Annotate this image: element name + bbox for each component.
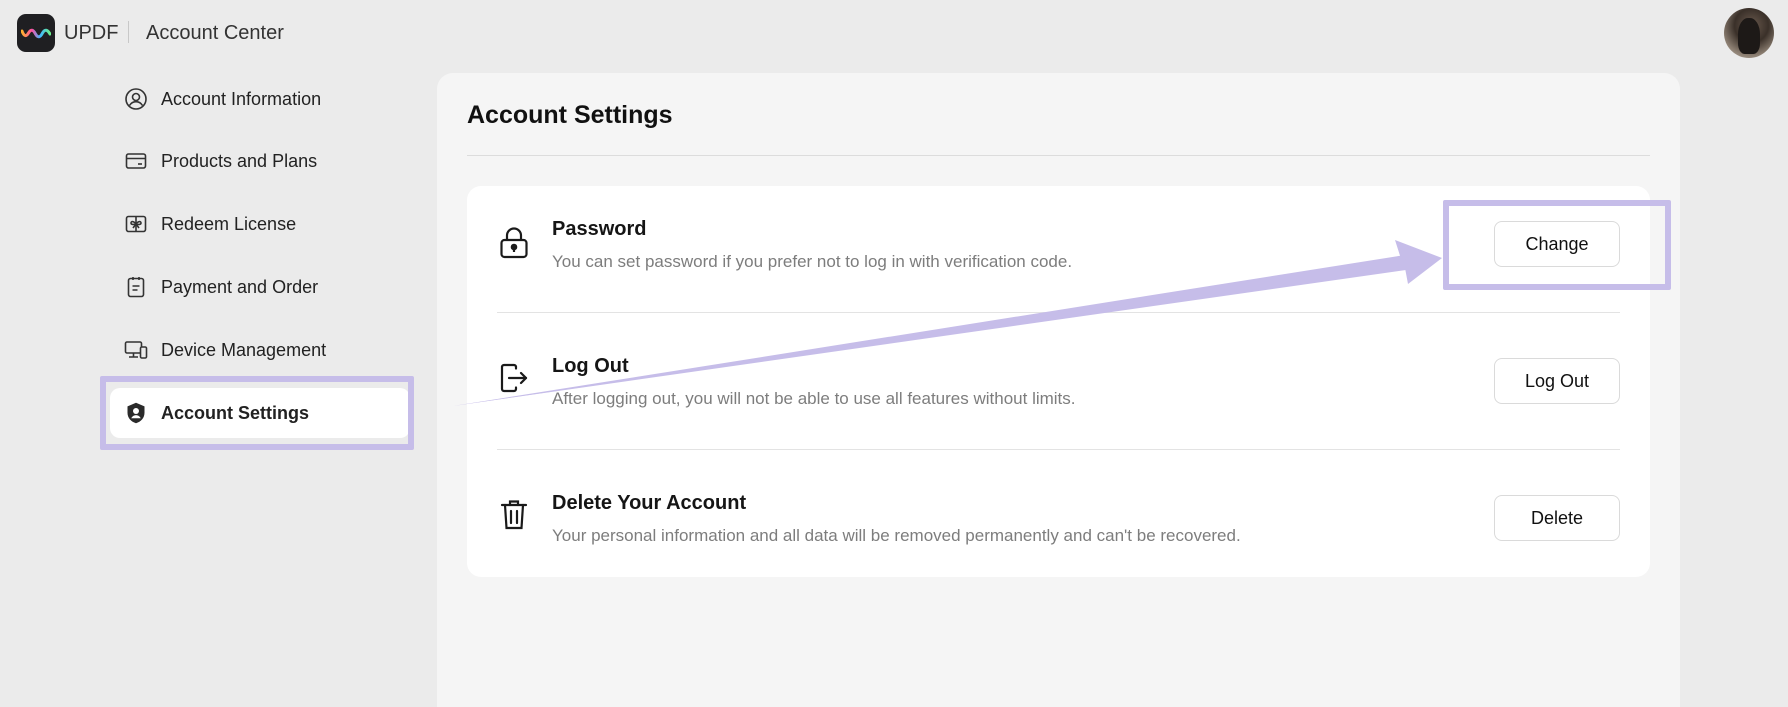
card-icon	[124, 149, 148, 173]
top-bar: UPDF Account Center	[0, 0, 1788, 66]
main-panel: Account Settings Password You can set pa…	[437, 73, 1680, 707]
title-divider	[467, 155, 1650, 156]
devices-icon	[124, 338, 148, 362]
sidebar-item-label: Products and Plans	[161, 150, 318, 171]
setting-title: Delete Your Account	[552, 492, 747, 514]
setting-row-logout: Log Out After logging out, you will not …	[497, 323, 1620, 460]
gift-icon	[124, 212, 148, 236]
sidebar-item-label: Account Information	[161, 88, 322, 109]
lock-icon	[497, 226, 531, 260]
sidebar-item-device-management[interactable]: Device Management	[110, 325, 410, 375]
avatar[interactable]	[1724, 8, 1774, 58]
log-out-button[interactable]: Log Out	[1494, 358, 1620, 404]
sidebar-item-redeem-license[interactable]: Redeem License	[110, 199, 410, 249]
sidebar-item-account-information[interactable]: Account Information	[110, 74, 410, 124]
delete-account-button[interactable]: Delete	[1494, 495, 1620, 541]
page-title: Account Settings	[467, 101, 673, 129]
setting-title: Log Out	[552, 355, 629, 377]
sidebar-item-payment-and-order[interactable]: Payment and Order	[110, 262, 410, 312]
annotation-highlight-sidebar	[100, 376, 414, 450]
sidebar-item-label: Payment and Order	[161, 276, 319, 297]
header-divider	[128, 21, 129, 43]
annotation-highlight-change-button	[1443, 200, 1671, 290]
user-circle-icon	[124, 87, 148, 111]
sidebar-item-products-and-plans[interactable]: Products and Plans	[110, 136, 410, 186]
app-title: Account Center	[146, 22, 284, 44]
clipboard-icon	[124, 275, 148, 299]
sidebar-item-label: Device Management	[161, 339, 327, 360]
setting-description: Your personal information and all data w…	[552, 526, 1241, 545]
trash-icon	[497, 498, 531, 532]
row-divider	[497, 449, 1620, 450]
setting-row-delete-account: Delete Your Account Your personal inform…	[497, 460, 1620, 597]
sidebar-item-label: Redeem License	[161, 213, 297, 234]
logout-icon	[497, 361, 531, 395]
row-divider	[497, 312, 1620, 313]
updf-logo-icon[interactable]	[17, 14, 55, 52]
brand-name: UPDF	[64, 22, 119, 44]
setting-description: After logging out, you will not be able …	[552, 389, 1076, 408]
setting-title: Password	[552, 218, 647, 240]
setting-description: You can set password if you prefer not t…	[552, 252, 1073, 271]
